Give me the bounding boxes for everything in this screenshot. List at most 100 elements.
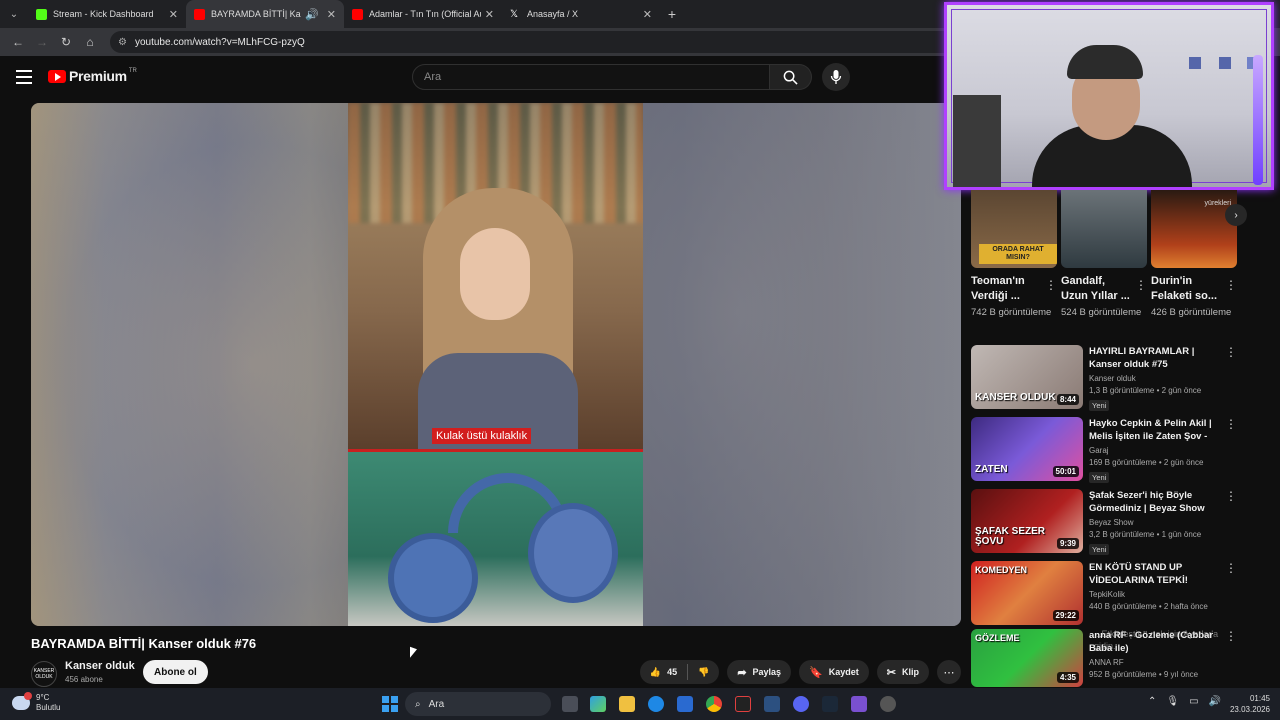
short-item[interactable]: Gandalf, Uzun Yıllar ... 524 B görüntüle… — [1061, 190, 1147, 319]
store-icon[interactable] — [677, 696, 693, 712]
task-view-icon[interactable] — [562, 696, 578, 712]
microphone-icon[interactable]: 🎙 — [1166, 696, 1179, 707]
discord-icon[interactable] — [793, 696, 809, 712]
search-input[interactable]: Ara — [412, 64, 770, 90]
clip-button[interactable]: ✂ Klip — [876, 660, 929, 684]
weather-widget[interactable]: 9°C Bulutlu — [12, 692, 60, 713]
short-menu-icon[interactable]: ⋮ — [1045, 278, 1057, 292]
recommendation-views: 440 B görüntüleme • 2 hafta önce — [1089, 602, 1208, 611]
menu-icon[interactable] — [16, 70, 32, 88]
recommendation-thumbnail[interactable]: GÖZLEME 4:35 — [971, 629, 1083, 687]
tab-youtube-music[interactable]: Adamlar - Tın Tın (Official Audi ✕ — [344, 0, 502, 28]
home-button[interactable]: ⌂ — [78, 30, 102, 54]
new-tab-button[interactable]: + — [660, 6, 684, 22]
bookmark-icon: 🔖 — [809, 666, 823, 679]
channel-avatar[interactable]: KANSER OLDUK — [31, 661, 57, 687]
short-thumbnail[interactable]: ORADA RAHAT MISIN? — [971, 190, 1057, 268]
recommendation-thumbnail[interactable]: ZATEN 50:01 — [971, 417, 1083, 481]
file-explorer-icon[interactable] — [619, 696, 635, 712]
video-duration: 29:22 — [1052, 610, 1079, 621]
close-tab-icon[interactable]: ✕ — [327, 8, 336, 21]
channel-name[interactable]: Kanser olduk — [65, 660, 135, 672]
close-tab-icon[interactable]: ✕ — [643, 8, 652, 21]
forward-button[interactable]: → — [30, 30, 54, 54]
video-duration: 50:01 — [1052, 466, 1079, 477]
recommendation-menu-icon[interactable]: ⋮ — [1225, 417, 1237, 431]
recommendation-channel[interactable]: Beyaz Show — [1089, 518, 1221, 527]
tab-search-icon[interactable]: ⌄ — [0, 0, 28, 28]
recommendation-item[interactable]: ZATEN 50:01 Hayko Cepkin & Pelin Akil | … — [971, 417, 1241, 483]
short-item[interactable]: yürekleri Durin'in Felaketi so... 426 B … — [1151, 190, 1237, 319]
taskbar-clock[interactable]: 01:45 23.03.2026 — [1222, 693, 1270, 715]
video-duration: 9:39 — [1056, 538, 1079, 549]
youtube-play-icon — [48, 69, 66, 83]
app-icon[interactable] — [764, 696, 780, 712]
site-info-icon[interactable]: ⚙ — [118, 37, 127, 48]
obs-icon[interactable] — [880, 696, 896, 712]
clock-date: 23.03.2026 — [1229, 705, 1270, 714]
recommendation-channel[interactable]: ANNA RF — [1089, 658, 1221, 667]
recommendation-title[interactable]: HAYIRLI BAYRAMLAR | Kanser olduk #75 — [1089, 345, 1221, 371]
thumbs-up-icon: 👍 — [649, 666, 662, 677]
save-button[interactable]: 🔖 Kaydet — [799, 660, 869, 684]
recommendation-title[interactable]: EN KÖTÜ STAND UP VİDEOLARINA TEPKİ! — [1089, 561, 1221, 587]
recommendation-item[interactable]: KOMEDYEN 29:22 EN KÖTÜ STAND UP VİDEOLAR… — [971, 561, 1241, 625]
short-title[interactable]: Gandalf, Uzun Yıllar ... — [1061, 274, 1133, 304]
short-title[interactable]: Teoman'ın Verdiği ... — [971, 274, 1043, 304]
recommendation-channel[interactable]: Garaj — [1089, 446, 1221, 455]
more-actions-button[interactable]: ⋯ — [937, 660, 961, 684]
voice-search-button[interactable] — [822, 63, 850, 91]
recommendation-thumbnail[interactable]: KOMEDYEN 29:22 — [971, 561, 1083, 625]
url-field[interactable]: ⚙ youtube.com/watch?v=MLhFCG-pzyQ — [110, 31, 960, 53]
youtube-premium-logo[interactable]: Premium TR — [48, 68, 137, 84]
short-menu-icon[interactable]: ⋮ — [1225, 278, 1237, 292]
like-button[interactable]: 👍 45 — [640, 667, 687, 678]
short-thumbnail[interactable]: yürekleri — [1151, 190, 1237, 268]
back-button[interactable]: ← — [6, 30, 30, 54]
video-player[interactable]: Kulak üstü kulaklık — [31, 103, 961, 626]
windows-start-icon[interactable] — [382, 696, 398, 712]
player-blur-right — [643, 103, 961, 626]
close-tab-icon[interactable]: ✕ — [485, 8, 494, 21]
subscribe-button[interactable]: Abone ol — [143, 660, 208, 684]
short-item[interactable]: ORADA RAHAT MISIN? Teoman'ın Verdiği ...… — [971, 190, 1057, 319]
short-menu-icon[interactable]: ⋮ — [1135, 278, 1147, 292]
dislike-button[interactable]: 👎 — [688, 667, 719, 678]
tab-kick-dashboard[interactable]: Stream - Kick Dashboard ✕ — [28, 0, 186, 28]
recommendation-channel[interactable]: TepkiKolik — [1089, 590, 1221, 599]
reload-button[interactable]: ↻ — [54, 30, 78, 54]
tab-x[interactable]: 𝕏 Anasayfa / X ✕ — [502, 0, 660, 28]
speaker-icon[interactable]: 🔊 — [305, 8, 319, 21]
recommendation-channel[interactable]: Kanser olduk — [1089, 374, 1221, 383]
cloud-icon — [12, 692, 32, 710]
chevron-up-icon[interactable]: ⌃ — [1148, 696, 1156, 707]
tab-youtube-video[interactable]: BAYRAMDA BİTTİ| Kanser o 🔊 ✕ — [186, 0, 344, 28]
shorts-next-button[interactable]: › — [1225, 204, 1247, 226]
system-tray: ⌃ 🎙 ▭ 🔊 — [1148, 696, 1221, 707]
steam-icon[interactable] — [822, 696, 838, 712]
taskbar-search[interactable]: ⌕ Ara — [405, 692, 551, 716]
recommendation-menu-icon[interactable]: ⋮ — [1225, 489, 1237, 503]
app-icon[interactable] — [851, 696, 867, 712]
short-thumb-text: yürekleri — [1204, 200, 1231, 207]
edge-icon[interactable] — [648, 696, 664, 712]
volume-icon[interactable]: 🔊 — [1209, 696, 1221, 707]
short-views: 426 B görüntüleme — [1151, 307, 1232, 318]
recommendation-thumbnail[interactable]: ŞAFAK SEZER ŞOVU 9:39 — [971, 489, 1083, 553]
recommendation-menu-icon[interactable]: ⋮ — [1225, 561, 1237, 575]
recommendation-menu-icon[interactable]: ⋮ — [1225, 345, 1237, 359]
recommendation-title[interactable]: Hayko Cepkin & Pelin Akil | Melis İşiten… — [1089, 417, 1221, 443]
recommendation-title[interactable]: Şafak Sezer'i hiç Böyle Görmediniz | Bey… — [1089, 489, 1221, 515]
short-title[interactable]: Durin'in Felaketi so... — [1151, 274, 1223, 304]
share-button[interactable]: ➦ Paylaş — [727, 660, 792, 684]
recommendation-item[interactable]: ŞAFAK SEZER ŞOVU 9:39 Şafak Sezer'i hiç … — [971, 489, 1241, 555]
app-icon[interactable] — [735, 696, 751, 712]
widgets-icon[interactable] — [590, 696, 606, 712]
network-icon[interactable]: ▭ — [1189, 696, 1198, 707]
short-thumbnail[interactable] — [1061, 190, 1147, 268]
close-tab-icon[interactable]: ✕ — [169, 8, 178, 21]
recommendation-item[interactable]: KANSER OLDUK 8:44 HAYIRLI BAYRAMLAR | Ka… — [971, 345, 1241, 411]
search-button[interactable] — [770, 64, 812, 90]
recommendation-thumbnail[interactable]: KANSER OLDUK 8:44 — [971, 345, 1083, 409]
chrome-icon[interactable] — [706, 696, 722, 712]
